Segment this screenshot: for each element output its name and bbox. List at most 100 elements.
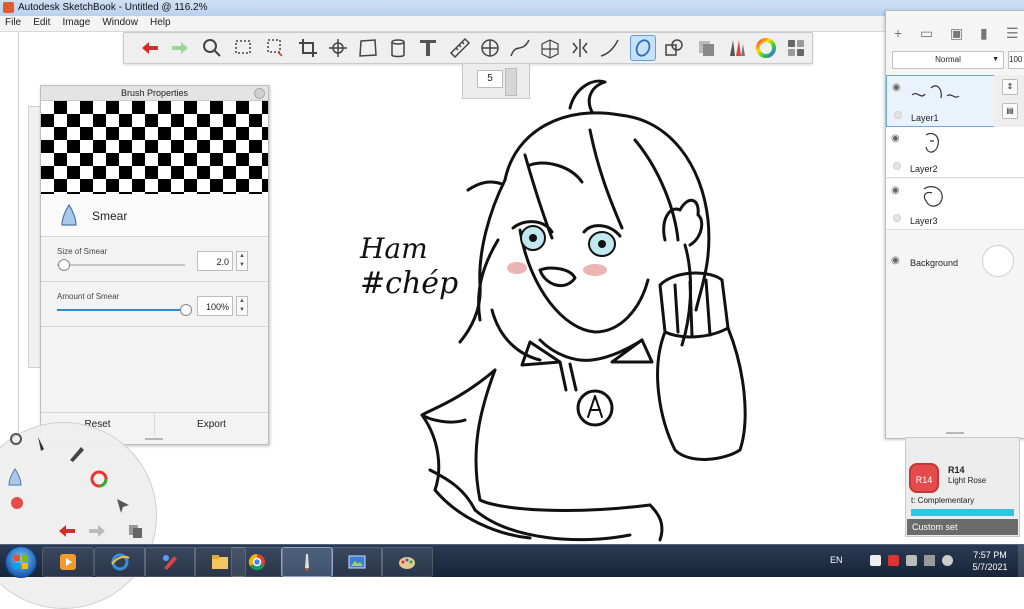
perspective-icon[interactable] — [538, 36, 562, 60]
curve-ruler-icon[interactable] — [508, 36, 532, 60]
visibility-eye-icon[interactable]: ◉ — [891, 255, 900, 266]
blend-mode-select[interactable]: Normal ▼ — [892, 51, 1004, 69]
layers-icon[interactable] — [784, 36, 808, 60]
symmetry-icon[interactable] — [568, 36, 592, 60]
tray-volume-icon[interactable] — [942, 555, 953, 566]
select-rect-icon[interactable] — [232, 36, 256, 60]
current-color-swatch[interactable]: R14 — [909, 463, 939, 493]
custom-set-tab[interactable]: Custom set — [907, 519, 1018, 535]
layer-lock-dot[interactable] — [893, 214, 901, 222]
gear-icon[interactable] — [6, 429, 26, 449]
add-group-icon[interactable]: ▭ — [920, 25, 933, 42]
visibility-eye-icon[interactable]: ◉ — [891, 185, 900, 196]
shapes-icon[interactable] — [662, 36, 686, 60]
clock-time: 7:57 PM — [973, 550, 1007, 560]
layer3-thumbnail — [923, 186, 943, 207]
brush-size-value[interactable]: 5 — [477, 70, 503, 88]
crop-icon[interactable] — [296, 36, 320, 60]
sketchbook-icon — [305, 554, 309, 571]
size-stepper[interactable]: ▲ ▼ — [236, 251, 248, 271]
predictive-stroke-icon[interactable] — [630, 35, 656, 61]
layer-opacity-field[interactable]: 100 — [1008, 51, 1024, 69]
layer-row-layer3[interactable]: ◉ Layer3 — [886, 179, 1024, 230]
visibility-eye-icon[interactable]: ◉ — [891, 133, 900, 144]
start-button[interactable] — [5, 546, 37, 578]
tray-device-icon[interactable] — [906, 555, 917, 566]
fill-icon[interactable] — [386, 36, 410, 60]
color-puck-icon[interactable] — [89, 469, 109, 489]
layer1-thumbnail — [911, 85, 960, 99]
move-layer-icon[interactable]: ⇕ — [1002, 79, 1018, 95]
brush-tool-icon[interactable] — [34, 435, 54, 455]
menu-image[interactable]: Image — [57, 16, 94, 28]
taskbar-sketchbook[interactable] — [281, 547, 333, 577]
panel-grip[interactable] — [145, 438, 163, 440]
layer-row-background[interactable]: ◉ Background — [886, 235, 1024, 287]
amount-stepper[interactable]: ▲ ▼ — [236, 296, 248, 316]
smear-brush-small-icon[interactable] — [5, 467, 25, 487]
copy-icon[interactable] — [125, 521, 145, 541]
complementary-color-bar[interactable] — [911, 509, 1014, 516]
transform-icon[interactable] — [326, 36, 350, 60]
lock-layer-icon[interactable]: ▤ — [1002, 103, 1018, 119]
brush-library-icon[interactable] — [724, 36, 748, 60]
stroke-icon[interactable] — [598, 36, 622, 60]
tray-antivirus-icon[interactable] — [888, 555, 899, 566]
add-image-icon[interactable]: ▣ — [950, 25, 963, 42]
pointer-icon[interactable] — [113, 495, 133, 515]
system-tray: EN 7:57 PM 5/7/2021 — [820, 545, 1024, 577]
export-button[interactable]: Export — [155, 419, 268, 430]
more-menu-icon[interactable]: ☰ — [1006, 25, 1019, 42]
menu-window[interactable]: Window — [97, 16, 142, 28]
undo-icon[interactable] — [138, 36, 162, 60]
layer-row-layer1[interactable]: ◉ Layer1 — [886, 75, 996, 127]
amount-slider-track[interactable] — [57, 309, 185, 311]
add-layer-icon[interactable]: + — [894, 25, 902, 41]
amount-value-field[interactable]: 100% — [197, 296, 233, 316]
copic-icon[interactable] — [694, 36, 718, 60]
layer-row-layer2[interactable]: ◉ Layer2 — [886, 127, 1024, 178]
distort-icon[interactable] — [356, 36, 380, 60]
tray-network-icon[interactable] — [924, 555, 935, 566]
undo-lagoon-icon[interactable] — [57, 521, 77, 541]
select-lasso-icon[interactable] — [262, 36, 286, 60]
language-indicator[interactable]: EN — [830, 555, 843, 565]
menu-edit[interactable]: Edit — [28, 16, 54, 28]
background-color-swatch[interactable] — [982, 245, 1014, 277]
menu-file[interactable]: File — [0, 16, 25, 28]
taskbar-media-player[interactable] — [42, 547, 94, 577]
menu-help[interactable]: Help — [145, 16, 175, 28]
save-layer-icon[interactable]: ▮ — [980, 25, 988, 42]
show-desktop-button[interactable] — [1018, 545, 1024, 577]
close-icon[interactable] — [254, 88, 265, 99]
taskbar-photo-viewer[interactable] — [331, 547, 383, 577]
ellipse-guide-icon[interactable] — [478, 36, 502, 60]
taskbar-chrome[interactable] — [231, 547, 283, 577]
brush-selector[interactable]: Smear — [41, 194, 268, 237]
pen-icon[interactable] — [67, 443, 87, 463]
amount-slider-handle[interactable] — [180, 304, 192, 316]
clock[interactable]: 7:57 PM 5/7/2021 — [968, 549, 1012, 573]
size-slider-track[interactable] — [57, 264, 185, 266]
text-icon[interactable] — [416, 36, 440, 60]
brush-properties-header[interactable]: Brush Properties — [41, 86, 268, 101]
zoom-icon[interactable] — [200, 36, 224, 60]
red-color-dot-icon[interactable] — [7, 493, 27, 513]
redo-lagoon-icon[interactable] — [87, 521, 107, 541]
size-slider-handle[interactable] — [58, 259, 71, 271]
layer-lock-dot[interactable] — [894, 111, 902, 119]
color-wheel-icon[interactable] — [754, 36, 778, 60]
size-value-field[interactable]: 2.0 — [197, 251, 233, 271]
tray-document-icon[interactable] — [870, 555, 881, 566]
panel-grip[interactable] — [946, 432, 964, 434]
brush-size-puck[interactable]: 5 — [462, 63, 530, 99]
ruler-icon[interactable] — [448, 36, 472, 60]
taskbar-paint[interactable] — [144, 547, 196, 577]
layer-lock-dot[interactable] — [893, 162, 901, 170]
visibility-eye-icon[interactable]: ◉ — [892, 82, 901, 93]
taskbar-paint-palette[interactable] — [381, 547, 433, 577]
brush-size-slider[interactable] — [505, 68, 517, 96]
taskbar-internet-explorer[interactable] — [94, 547, 146, 577]
redo-icon[interactable] — [168, 36, 192, 60]
windows-taskbar: EN 7:57 PM 5/7/2021 — [0, 544, 1024, 578]
